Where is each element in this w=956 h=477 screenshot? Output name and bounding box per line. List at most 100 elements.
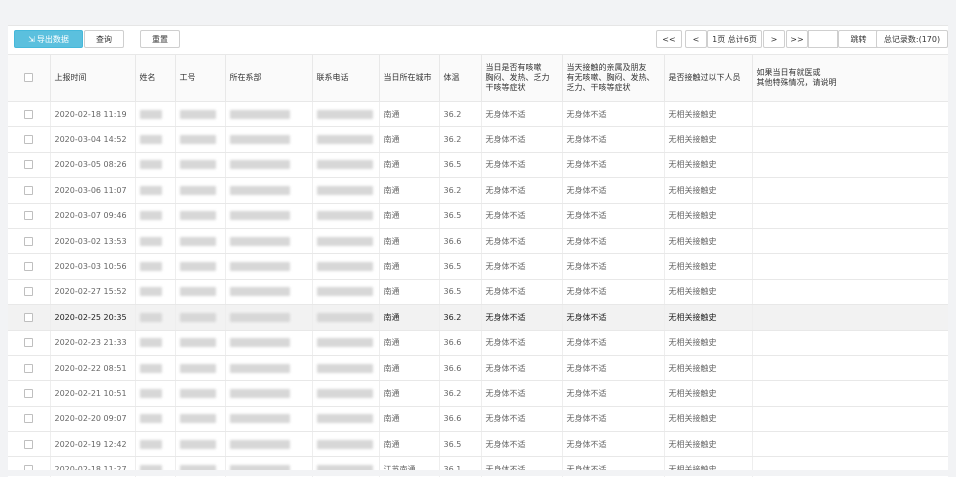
cell-contact: 无相关接触史 [664,406,752,431]
redacted-staff-id [180,237,216,246]
table-row[interactable]: 2020-03-07 09:46南通36.5无身体不适无身体不适无相关接触史 [8,203,948,228]
table-row[interactable]: 2020-03-03 10:56南通36.5无身体不适无身体不适无相关接触史 [8,254,948,279]
cell-name [135,178,175,203]
row-checkbox[interactable] [24,313,33,322]
cell-city: 南通 [379,127,439,152]
page-number-input[interactable] [808,30,838,48]
cell-phone [312,355,379,380]
cell-remarks [752,381,948,406]
select-all-checkbox[interactable] [24,73,33,82]
cell-report-time: 2020-03-07 09:46 [50,203,135,228]
cell-family-symptoms: 无身体不适 [562,152,664,177]
table-row[interactable]: 2020-03-05 08:26南通36.5无身体不适无身体不适无相关接触史 [8,152,948,177]
cell-phone [312,305,379,330]
table-row[interactable]: 2020-02-21 10:51南通36.2无身体不适无身体不适无相关接触史 [8,381,948,406]
cell-report-time: 2020-02-18 11:19 [50,102,135,127]
redacted-department [230,160,290,169]
table-row[interactable]: 2020-03-02 13:53南通36.6无身体不适无身体不适无相关接触史 [8,228,948,253]
table-row[interactable]: 2020-02-27 15:52南通36.5无身体不适无身体不适无相关接触史 [8,279,948,304]
cell-staff-id [175,355,225,380]
cell-temperature: 36.2 [439,381,481,406]
cell-staff-id [175,330,225,355]
row-checkbox[interactable] [24,237,33,246]
row-checkbox[interactable] [24,211,33,220]
row-checkbox-cell [8,355,50,380]
cell-name [135,432,175,457]
cell-phone [312,279,379,304]
cell-staff-id [175,432,225,457]
table-row[interactable]: 2020-03-06 11:07南通36.2无身体不适无身体不适无相关接触史 [8,178,948,203]
redacted-phone [317,313,373,322]
pager-last-button[interactable]: >> [786,30,808,48]
cell-self-symptoms: 无身体不适 [481,127,562,152]
query-button[interactable]: 查询 [84,30,124,48]
row-checkbox[interactable] [24,186,33,195]
table-row[interactable]: 2020-02-22 08:51南通36.6无身体不适无身体不适无相关接触史 [8,355,948,380]
cell-temperature: 36.5 [439,152,481,177]
cell-staff-id [175,102,225,127]
header-staff-id: 工号 [175,55,225,102]
table-row[interactable]: 2020-02-23 21:33南通36.6无身体不适无身体不适无相关接触史 [8,330,948,355]
redacted-phone [317,287,373,296]
cell-temperature: 36.6 [439,228,481,253]
cell-remarks [752,254,948,279]
row-checkbox[interactable] [24,135,33,144]
export-data-button[interactable]: ⇲导出数据 [14,30,83,48]
table-row[interactable]: 2020-02-18 11:19南通36.2无身体不适无身体不适无相关接触史 [8,102,948,127]
pager-first-button[interactable]: << [656,30,682,48]
redacted-staff-id [180,364,216,373]
total-records: 总记录数:(170) [876,30,948,48]
cell-temperature: 36.2 [439,127,481,152]
cell-report-time: 2020-02-21 10:51 [50,381,135,406]
cell-self-symptoms: 无身体不适 [481,178,562,203]
cell-department [225,102,312,127]
export-label: 导出数据 [37,35,69,44]
cell-contact: 无相关接触史 [664,355,752,380]
table-row[interactable]: 2020-02-25 20:35南通36.2无身体不适无身体不适无相关接触史 [8,305,948,330]
cell-department [225,254,312,279]
pager-prev-button[interactable]: < [685,30,707,48]
cell-staff-id [175,279,225,304]
redacted-staff-id [180,338,216,347]
cell-remarks [752,305,948,330]
reset-button[interactable]: 重置 [140,30,180,48]
cell-city: 南通 [379,330,439,355]
cell-temperature: 36.5 [439,279,481,304]
cell-contact: 无相关接触史 [664,152,752,177]
row-checkbox[interactable] [24,440,33,449]
cell-phone [312,432,379,457]
cell-phone [312,330,379,355]
row-checkbox[interactable] [24,110,33,119]
cell-contact: 无相关接触史 [664,432,752,457]
redacted-phone [317,414,373,423]
table-row[interactable]: 2020-03-04 14:52南通36.2无身体不适无身体不适无相关接触史 [8,127,948,152]
redacted-phone [317,211,373,220]
cell-report-time: 2020-03-06 11:07 [50,178,135,203]
table-row[interactable]: 2020-02-20 09:07南通36.6无身体不适无身体不适无相关接触史 [8,406,948,431]
cell-temperature: 36.2 [439,305,481,330]
table-row[interactable]: 2020-02-19 12:42南通36.5无身体不适无身体不适无相关接触史 [8,432,948,457]
row-checkbox[interactable] [24,262,33,271]
row-checkbox[interactable] [24,364,33,373]
row-checkbox[interactable] [24,338,33,347]
cell-name [135,102,175,127]
cell-family-symptoms: 无身体不适 [562,355,664,380]
row-checkbox-cell [8,127,50,152]
redacted-staff-id [180,110,216,119]
bottom-strip [0,470,956,476]
row-checkbox[interactable] [24,389,33,398]
header-contact: 是否接触过以下人员 [664,55,752,102]
row-checkbox-cell [8,305,50,330]
data-panel: ⇲导出数据 查询 重置 << < 1页 总计6页 > >> 跳转 总记录数:(1… [8,25,948,477]
cell-city: 南通 [379,406,439,431]
cell-self-symptoms: 无身体不适 [481,432,562,457]
cell-report-time: 2020-03-03 10:56 [50,254,135,279]
jump-button[interactable]: 跳转 [838,30,879,48]
pager-next-button[interactable]: > [763,30,785,48]
row-checkbox[interactable] [24,287,33,296]
cell-staff-id [175,127,225,152]
row-checkbox[interactable] [24,414,33,423]
row-checkbox[interactable] [24,160,33,169]
row-checkbox-cell [8,152,50,177]
redacted-name [140,440,162,449]
